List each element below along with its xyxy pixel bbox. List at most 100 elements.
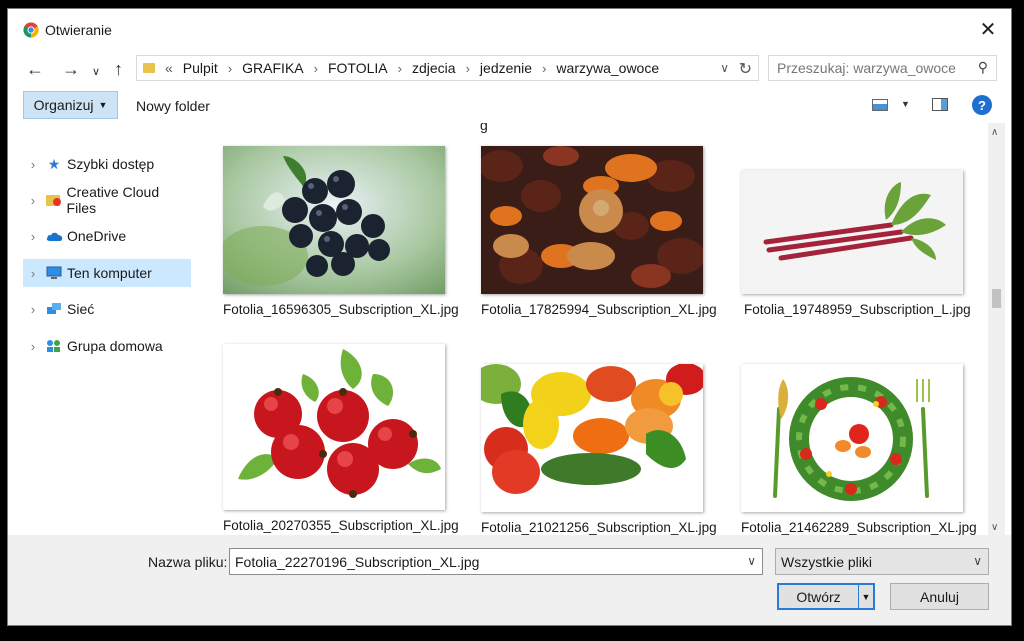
command-bar: Organizuj ▼ Nowy folder ▼ ? [8, 89, 1011, 123]
refresh-icon[interactable]: ↻ [739, 59, 752, 79]
file-tile[interactable]: Fotolia_17825994_Subscription_XL.jpg [481, 146, 717, 317]
breadcrumb-item-zdjecia[interactable]: zdjecia [412, 60, 456, 76]
breadcrumb-item-fotolia[interactable]: FOTOLIA [328, 60, 388, 76]
scroll-down-icon[interactable]: ∨ [991, 522, 998, 533]
search-placeholder: Przeszukaj: warzywa_owoce [777, 60, 956, 76]
open-button[interactable]: Otwórz ▼ [777, 583, 875, 610]
creative-cloud-folder-icon [45, 192, 63, 208]
chevron-right-icon[interactable]: › [542, 61, 546, 76]
file-type-value: Wszystkie pliki [781, 553, 873, 570]
breadcrumb-item-warzywa-owoce[interactable]: warzywa_owoce [556, 60, 659, 76]
breadcrumb-item-grafika[interactable]: GRAFIKA [242, 60, 303, 76]
sidebar-item-quick-access[interactable]: › ★ Szybki dostęp [23, 150, 191, 178]
scroll-up-icon[interactable]: ∧ [991, 127, 998, 138]
breadcrumb-item-jedzenie[interactable]: jedzenie [480, 60, 532, 76]
chrome-logo-icon [23, 22, 39, 38]
chevron-down-icon[interactable]: ∨ [720, 61, 729, 75]
help-icon[interactable]: ? [972, 95, 992, 115]
sidebar-item-creative-cloud[interactable]: › Creative Cloud Files [23, 184, 191, 216]
caret-down-icon[interactable]: ▼ [901, 99, 910, 109]
chevron-right-icon[interactable]: › [466, 61, 470, 76]
caret-down-icon[interactable]: ▼ [858, 585, 873, 608]
sidebar-item-this-pc[interactable]: › Ten komputer [23, 259, 191, 287]
file-tile[interactable]: Fotolia_20270355_Subscription_XL.jpg [223, 344, 459, 533]
filename-value[interactable]: Fotolia_22270196_Subscription_XL.jpg [235, 554, 479, 570]
sidebar-item-label: OneDrive [67, 228, 127, 244]
file-thumbnail[interactable] [481, 146, 703, 294]
close-icon[interactable]: ✕ [977, 18, 999, 41]
sidebar-item-homegroup[interactable]: › Grupa domowa [23, 332, 191, 360]
arrow-right-icon[interactable]: → [62, 59, 80, 80]
dialog-footer: Nazwa pliku: Fotolia_22270196_Subscripti… [8, 535, 1011, 625]
partial-file-name: g [480, 123, 488, 133]
computer-icon [45, 265, 63, 281]
file-name[interactable]: Fotolia_19748959_Subscription_L.jpg [744, 302, 971, 317]
chevron-right-icon[interactable]: › [23, 193, 43, 208]
address-bar[interactable]: « Pulpit › GRAFIKA › FOTOLIA › zdjecia ›… [136, 55, 759, 81]
chevron-down-icon[interactable]: ∨ [973, 554, 982, 568]
navigation-pane: › ★ Szybki dostęp › Creative Cloud Files… [8, 123, 213, 535]
file-thumbnail[interactable] [223, 146, 445, 294]
search-input[interactable]: Przeszukaj: warzywa_owoce ⚲ [768, 55, 997, 81]
filename-field[interactable]: Fotolia_22270196_Subscription_XL.jpg ∨ [229, 548, 763, 575]
cloud-icon [45, 228, 63, 244]
open-button-label[interactable]: Otwórz [779, 585, 858, 608]
chevron-right-icon[interactable]: › [23, 157, 43, 172]
sidebar-item-onedrive[interactable]: › OneDrive [23, 222, 191, 250]
file-name[interactable]: Fotolia_21021256_Subscription_XL.jpg [481, 520, 717, 535]
file-tile[interactable]: Fotolia_21021256_Subscription_XL.jpg [481, 364, 717, 535]
file-name[interactable]: Fotolia_17825994_Subscription_XL.jpg [481, 302, 717, 317]
breadcrumb: « Pulpit › GRAFIKA › FOTOLIA › zdjecia ›… [165, 60, 659, 76]
chevron-right-icon[interactable]: › [23, 302, 43, 317]
file-thumbnail[interactable] [223, 344, 445, 510]
new-folder-button[interactable]: Nowy folder [136, 98, 210, 114]
chevron-right-icon[interactable]: › [314, 61, 318, 76]
sidebar-item-label: Szybki dostęp [67, 156, 155, 172]
file-list: g Fotolia_16596305_Subscription_XL.jpg F… [213, 123, 988, 535]
chevron-right-icon[interactable]: › [23, 266, 43, 281]
file-name[interactable]: Fotolia_16596305_Subscription_XL.jpg [223, 302, 459, 317]
sidebar-item-network[interactable]: › Sieć [23, 295, 191, 323]
file-thumbnail[interactable] [741, 170, 963, 294]
navigation-bar: ← → ∨ ↑ « Pulpit › GRAFIKA › FOTOLIA › z… [8, 51, 1011, 85]
sidebar-item-label: Sieć [67, 301, 95, 317]
vertical-scrollbar[interactable]: ∧ ∨ [988, 123, 1005, 535]
chevron-down-icon[interactable]: ∨ [92, 65, 100, 78]
chevron-right-icon[interactable]: › [228, 61, 232, 76]
file-name[interactable]: Fotolia_20270355_Subscription_XL.jpg [223, 518, 459, 533]
network-icon [45, 301, 63, 317]
sidebar-item-label: Grupa domowa [67, 338, 163, 354]
open-file-dialog: Otwieranie ✕ ← → ∨ ↑ « Pulpit › GRAFIKA … [7, 8, 1012, 626]
chevron-right-icon[interactable]: › [23, 229, 43, 244]
filename-label: Nazwa pliku: [148, 554, 228, 570]
sidebar-item-label: Ten komputer [67, 265, 152, 281]
view-options-icon[interactable] [872, 99, 888, 111]
search-icon[interactable]: ⚲ [978, 59, 988, 76]
arrow-up-icon[interactable]: ↑ [114, 59, 123, 80]
sidebar-item-label: Creative Cloud Files [66, 184, 160, 216]
window-title: Otwieranie [45, 22, 112, 38]
file-tile[interactable]: Fotolia_21462289_Subscription_XL.jpg [741, 364, 977, 535]
file-type-select[interactable]: Wszystkie pliki ∨ [775, 548, 989, 575]
chevron-down-icon[interactable]: ∨ [747, 554, 756, 568]
arrow-left-icon[interactable]: ← [26, 59, 44, 80]
file-tile[interactable]: Fotolia_16596305_Subscription_XL.jpg [223, 146, 459, 317]
breadcrumb-item-pulpit[interactable]: Pulpit [183, 60, 218, 76]
caret-down-icon: ▼ [98, 100, 108, 110]
file-tile[interactable]: Fotolia_19748959_Subscription_L.jpg [741, 170, 971, 317]
chevron-right-icon[interactable]: › [23, 339, 43, 354]
file-name[interactable]: Fotolia_21462289_Subscription_XL.jpg [741, 520, 977, 535]
organize-button[interactable]: Organizuj ▼ [23, 91, 118, 119]
chevron-right-icon[interactable]: › [398, 61, 402, 76]
cancel-button[interactable]: Anuluj [890, 583, 989, 610]
file-thumbnail[interactable] [481, 364, 703, 512]
preview-pane-icon[interactable] [932, 98, 948, 111]
folder-icon [143, 63, 155, 73]
breadcrumb-overflow[interactable]: « [165, 60, 173, 76]
organize-label: Organizuj [33, 97, 94, 113]
star-icon: ★ [47, 155, 61, 172]
homegroup-icon [45, 338, 63, 354]
scrollbar-thumb[interactable] [992, 289, 1001, 308]
title-bar: Otwieranie ✕ [8, 9, 1011, 47]
file-thumbnail[interactable] [741, 364, 963, 512]
